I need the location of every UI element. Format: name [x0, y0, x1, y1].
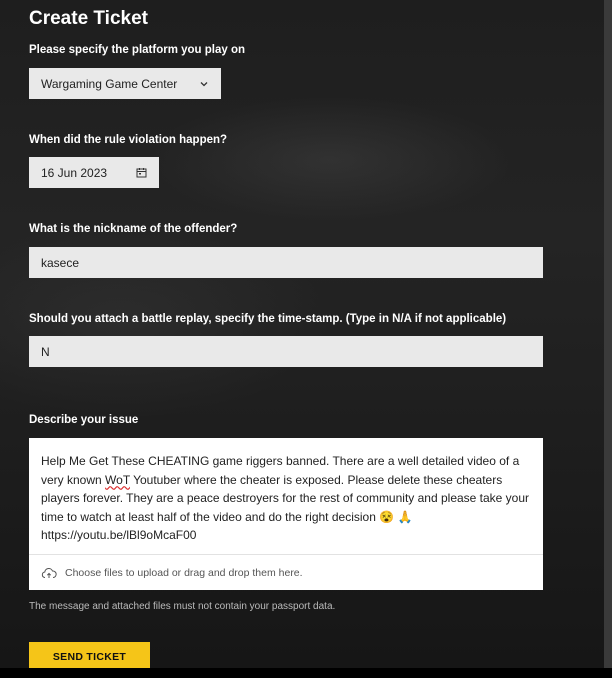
cloud-upload-icon: [41, 567, 57, 579]
issue-textarea[interactable]: Help Me Get These CHEATING game riggers …: [29, 438, 543, 590]
offender-label: What is the nickname of the offender?: [29, 223, 238, 235]
platform-select[interactable]: Wargaming Game Center: [29, 68, 221, 99]
violation-date-value: 16 Jun 2023: [41, 165, 108, 180]
replay-label: Should you attach a battle replay, speci…: [29, 313, 507, 325]
misspelled-word: WoT: [105, 472, 130, 487]
attach-label: Choose files to upload or drag and drop …: [65, 566, 303, 579]
window-edge-right: [604, 0, 612, 678]
violation-date-field[interactable]: 16 Jun 2023: [29, 157, 159, 188]
send-ticket-button[interactable]: SEND TICKET: [29, 642, 150, 668]
file-upload-dropzone[interactable]: Choose files to upload or drag and drop …: [29, 554, 543, 590]
offender-nickname-input[interactable]: kasece: [29, 247, 543, 278]
chevron-down-icon: [199, 79, 209, 89]
platform-label: Please specify the platform you play on: [29, 44, 246, 56]
ticket-form-page: Create Ticket Please specify the platfor…: [0, 0, 604, 668]
issue-link: https://youtu.be/lBl9oMcaF00: [41, 528, 197, 542]
replay-timestamp-input[interactable]: N: [29, 336, 543, 367]
passport-data-note: The message and attached files must not …: [29, 601, 336, 612]
platform-selected-value: Wargaming Game Center: [41, 76, 178, 91]
violation-date-label: When did the rule violation happen?: [29, 134, 228, 146]
calendar-icon[interactable]: [136, 167, 147, 178]
issue-label: Describe your issue: [29, 414, 139, 426]
page-title: Create Ticket: [29, 8, 148, 29]
issue-text[interactable]: Help Me Get These CHEATING game riggers …: [29, 438, 543, 554]
window-edge-bottom: [0, 668, 612, 678]
